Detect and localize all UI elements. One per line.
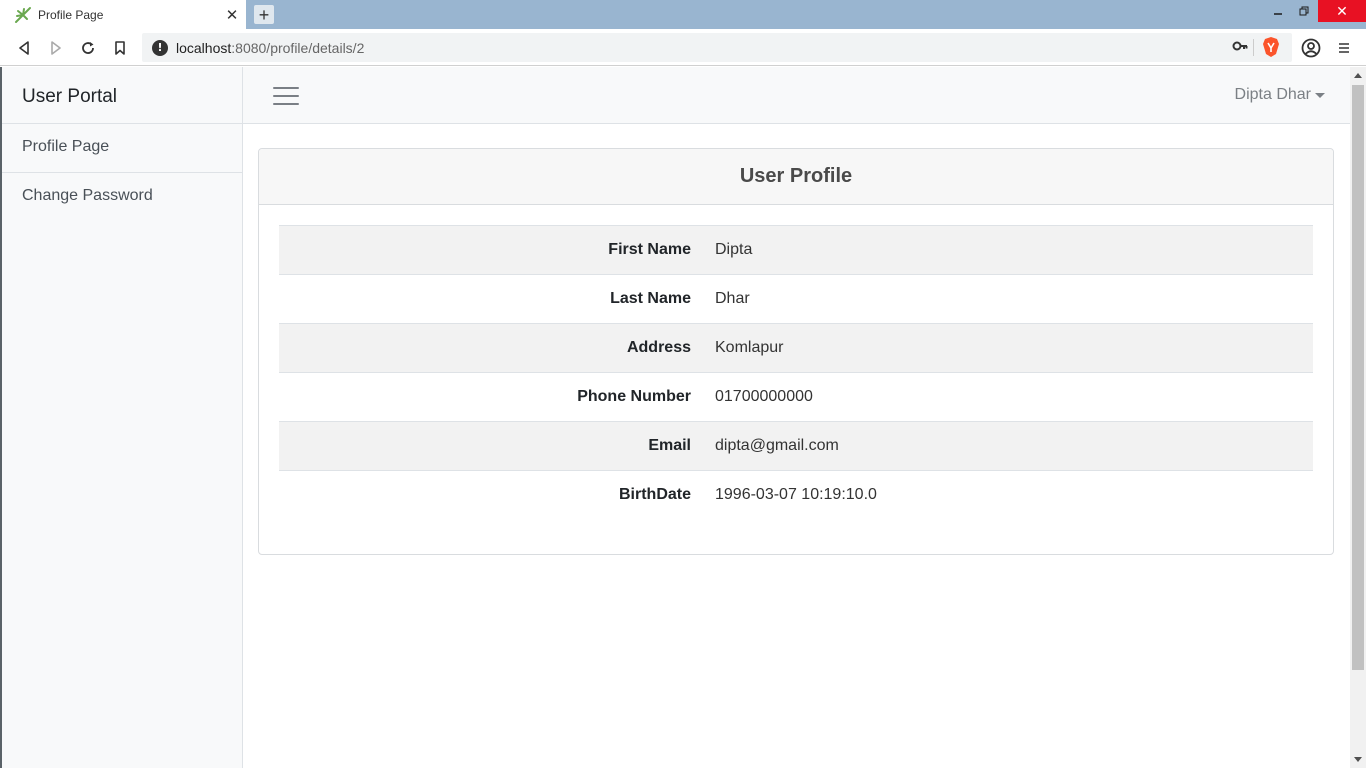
user-dropdown[interactable]: Dipta Dhar bbox=[1235, 86, 1325, 104]
table-row: Email dipta@gmail.com bbox=[279, 421, 1313, 471]
page-scrollbar[interactable] bbox=[1350, 67, 1366, 768]
top-navbar: Dipta Dhar bbox=[243, 67, 1350, 124]
field-label: BirthDate bbox=[279, 470, 715, 520]
table-row: Phone Number 01700000000 bbox=[279, 372, 1313, 422]
profile-card: User Profile First Name Dipta Last Name … bbox=[258, 148, 1334, 555]
card-title: User Profile bbox=[259, 149, 1333, 205]
profile-table: First Name Dipta Last Name Dhar Address … bbox=[279, 225, 1313, 520]
spring-leaf-icon bbox=[14, 6, 32, 24]
table-row: BirthDate 1996-03-07 10:19:10.0 bbox=[279, 470, 1313, 520]
minimize-icon[interactable] bbox=[1264, 0, 1292, 22]
field-value: dipta@gmail.com bbox=[715, 421, 1313, 471]
table-row: Address Komlapur bbox=[279, 323, 1313, 373]
scroll-down-icon[interactable] bbox=[1350, 752, 1366, 768]
brave-shields-icon[interactable] bbox=[1262, 36, 1280, 63]
scroll-thumb[interactable] bbox=[1352, 85, 1364, 670]
sidebar: User Portal Profile Page Change Password bbox=[0, 67, 243, 768]
window-close-button[interactable]: ✕ bbox=[1318, 0, 1366, 22]
restore-icon[interactable] bbox=[1290, 0, 1318, 22]
url-path: :8080/profile/details/2 bbox=[231, 39, 365, 56]
table-row: First Name Dipta bbox=[279, 225, 1313, 275]
back-icon[interactable] bbox=[13, 37, 35, 59]
field-value: Dipta bbox=[715, 225, 1313, 275]
menu-toggle-icon[interactable] bbox=[271, 84, 301, 108]
field-value: Dhar bbox=[715, 274, 1313, 324]
field-value: Komlapur bbox=[715, 323, 1313, 373]
tab-title: Profile Page bbox=[38, 7, 104, 22]
url-text[interactable]: localhost:8080/profile/details/2 bbox=[176, 40, 364, 56]
sidebar-item-profile-page[interactable]: Profile Page bbox=[2, 124, 242, 173]
field-label: Last Name bbox=[279, 274, 715, 324]
browser-tab-strip: Profile Page ✕ + ✕ bbox=[0, 0, 1366, 29]
field-label: Address bbox=[279, 323, 715, 373]
scroll-up-icon[interactable] bbox=[1350, 67, 1366, 83]
address-bar[interactable]: ! localhost:8080/profile/details/2 bbox=[142, 33, 1292, 62]
site-info-icon[interactable]: ! bbox=[152, 39, 168, 56]
hamburger-line bbox=[273, 95, 299, 97]
new-tab-button[interactable]: + bbox=[254, 5, 274, 24]
hamburger-line bbox=[273, 87, 299, 89]
browser-menu-icon[interactable] bbox=[1333, 37, 1355, 59]
field-label: Phone Number bbox=[279, 372, 715, 422]
key-icon[interactable] bbox=[1232, 38, 1248, 59]
caret-down-icon bbox=[1315, 93, 1325, 98]
reload-icon[interactable] bbox=[77, 37, 99, 59]
tab-close-icon[interactable]: ✕ bbox=[222, 5, 242, 25]
table-row: Last Name Dhar bbox=[279, 274, 1313, 324]
bookmark-icon[interactable] bbox=[109, 37, 131, 59]
card-body: First Name Dipta Last Name Dhar Address … bbox=[259, 205, 1333, 540]
forward-icon[interactable] bbox=[45, 37, 67, 59]
user-name: Dipta Dhar bbox=[1234, 86, 1311, 103]
field-value: 1996-03-07 10:19:10.0 bbox=[715, 470, 1313, 520]
field-value: 01700000000 bbox=[715, 372, 1313, 422]
field-label: Email bbox=[279, 421, 715, 471]
url-host: localhost bbox=[176, 39, 232, 56]
field-label: First Name bbox=[279, 225, 715, 275]
profile-account-icon[interactable] bbox=[1300, 37, 1322, 59]
browser-toolbar: ! localhost:8080/profile/details/2 bbox=[0, 29, 1366, 66]
hamburger-line bbox=[273, 103, 299, 105]
browser-tab[interactable]: Profile Page ✕ bbox=[0, 0, 246, 29]
omnibox-separator bbox=[1253, 39, 1254, 56]
sidebar-item-change-password[interactable]: Change Password bbox=[2, 173, 242, 222]
sidebar-heading: User Portal bbox=[2, 67, 242, 124]
